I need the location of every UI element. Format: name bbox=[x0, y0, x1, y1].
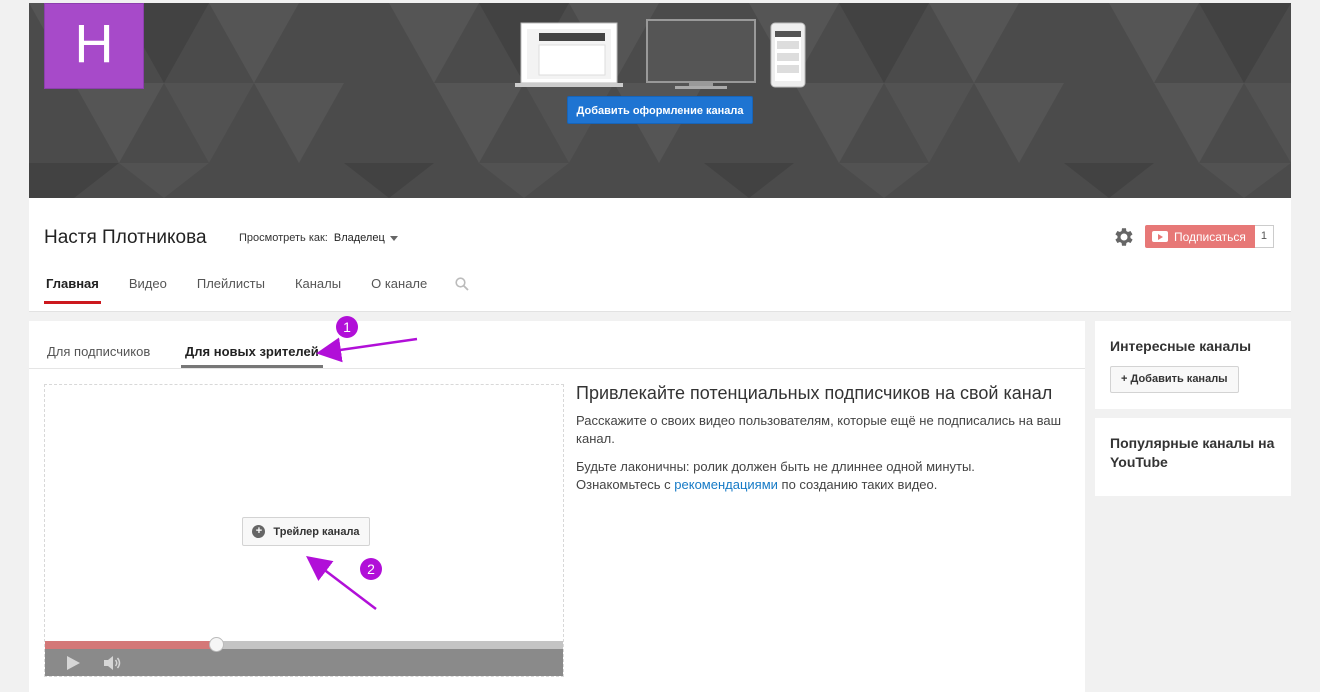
interesting-channels-card: Интересные каналы + Добавить каналы bbox=[1095, 321, 1291, 409]
volume-icon[interactable] bbox=[103, 655, 123, 671]
devices-illustration bbox=[515, 19, 806, 89]
player-controls bbox=[45, 637, 563, 676]
chevron-down-icon[interactable] bbox=[389, 235, 398, 241]
trailer-label: Трейлер канала bbox=[273, 525, 360, 538]
popular-channels-card: Популярные каналы на YouTube bbox=[1095, 418, 1291, 496]
youtube-play-icon bbox=[1152, 231, 1168, 242]
view-as-selector[interactable]: Просмотреть как: Владелец bbox=[239, 232, 398, 244]
promo-guidelines-pre: Ознакомьтесь с bbox=[576, 477, 675, 492]
search-icon[interactable] bbox=[455, 277, 469, 291]
progress-handle[interactable] bbox=[209, 637, 224, 652]
subscribe-label: Подписаться bbox=[1174, 229, 1246, 244]
tab-videos[interactable]: Видео bbox=[127, 276, 169, 301]
main-content: Для подписчиков Для новых зрителей + Тре… bbox=[29, 321, 1085, 692]
play-icon[interactable] bbox=[65, 655, 81, 671]
recommendations-link[interactable]: рекомендациями bbox=[674, 477, 778, 492]
progress-bar[interactable] bbox=[45, 637, 563, 652]
channel-avatar[interactable]: H bbox=[44, 3, 144, 89]
tab-channels[interactable]: Каналы bbox=[293, 276, 343, 301]
channel-tabs: Главная Видео Плейлисты Каналы О канале bbox=[44, 276, 469, 304]
view-as-value[interactable]: Владелец bbox=[334, 232, 385, 244]
subscribe-group: Подписаться 1 bbox=[1145, 225, 1274, 248]
promo-description: Расскажите о своих видео пользователям, … bbox=[576, 413, 1062, 446]
tab-playlists[interactable]: Плейлисты bbox=[195, 276, 267, 301]
add-channel-art-button[interactable]: Добавить оформление канала bbox=[567, 96, 753, 124]
promo-guidelines: Будьте лаконичны: ролик должен быть не д… bbox=[576, 458, 1076, 494]
tab-for-new-viewers[interactable]: Для новых зрителей bbox=[181, 344, 323, 368]
view-as-label: Просмотреть как: bbox=[239, 232, 328, 244]
audience-tabs: Для подписчиков Для новых зрителей bbox=[29, 321, 1085, 369]
popular-channels-title: Популярные каналы на YouTube bbox=[1110, 435, 1275, 470]
annotation-badge-2: 2 bbox=[360, 558, 382, 580]
channel-banner: H Добавить оформление канала bbox=[29, 3, 1291, 198]
subscribe-button[interactable]: Подписаться bbox=[1145, 225, 1255, 248]
channel-name: Настя Плотникова bbox=[44, 227, 207, 248]
tab-home[interactable]: Главная bbox=[44, 276, 101, 304]
add-channels-button[interactable]: + Добавить каналы bbox=[1110, 366, 1239, 393]
tab-for-subscribers[interactable]: Для подписчиков bbox=[47, 344, 150, 359]
plus-circle-icon: + bbox=[252, 525, 266, 538]
promo-title: Привлекайте потенциальных подписчиков на… bbox=[576, 383, 1053, 403]
gear-icon[interactable] bbox=[1112, 225, 1136, 249]
annotation-badge-1: 1 bbox=[336, 316, 358, 338]
tab-about[interactable]: О канале bbox=[369, 276, 429, 301]
promo-guidelines-line1: Будьте лаконичны: ролик должен быть не д… bbox=[576, 459, 975, 474]
channel-trailer-button[interactable]: + Трейлер канала bbox=[242, 517, 370, 546]
subscriber-count: 1 bbox=[1254, 225, 1274, 248]
progress-fill bbox=[45, 641, 216, 649]
trailer-player: + Трейлер канала bbox=[44, 384, 564, 677]
channel-header: Настя Плотникова Просмотреть как: Владеле… bbox=[29, 198, 1291, 312]
interesting-channels-title: Интересные каналы bbox=[1110, 338, 1252, 354]
promo-guidelines-post: по созданию таких видео. bbox=[777, 477, 938, 492]
